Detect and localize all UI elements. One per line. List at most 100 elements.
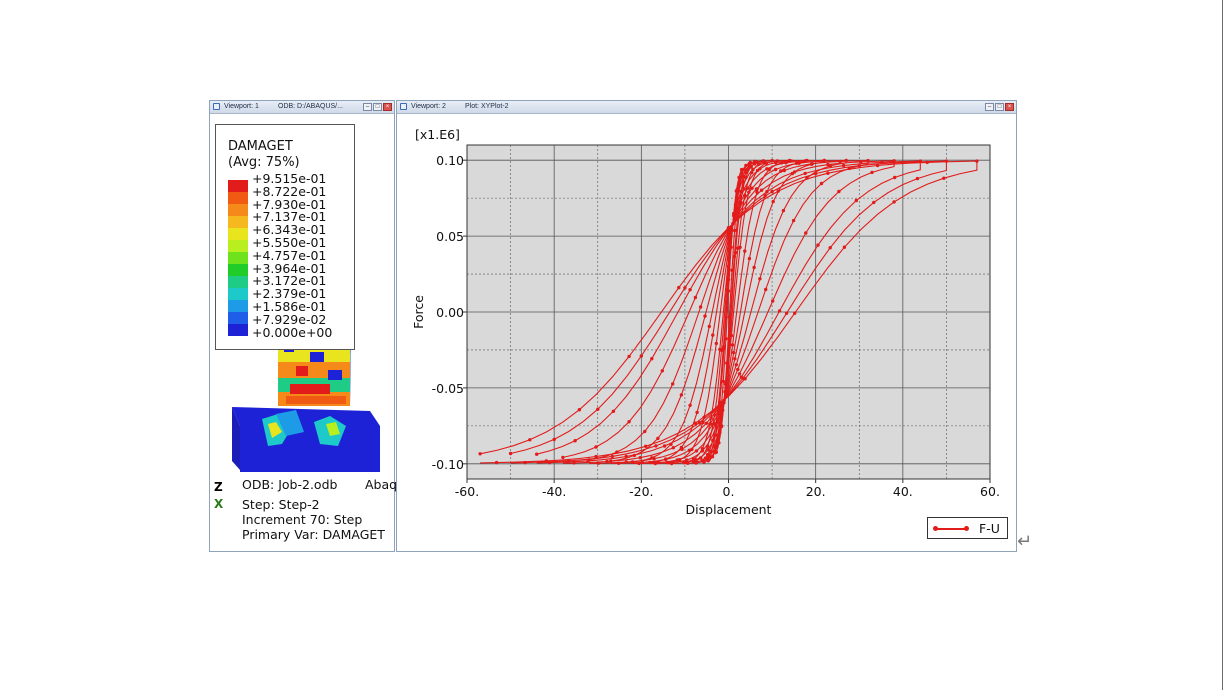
viewport-2-window[interactable]: Viewport: 2 Plot: XYPlot-2 – □ × -60. -40… [396, 100, 1017, 552]
fu-data-point [734, 363, 738, 367]
y-tick-label: -0.10 [432, 457, 464, 472]
legend-series-name: F-U [979, 521, 1000, 536]
fu-data-point [695, 410, 699, 415]
fu-data-point [782, 168, 786, 173]
fu-data-point [535, 452, 539, 456]
legend-variable: DAMAGET [228, 139, 293, 154]
legend-marker [964, 526, 969, 531]
fu-data-point [838, 159, 842, 164]
fu-data-point [627, 354, 631, 359]
minimize-icon[interactable]: – [985, 103, 994, 111]
fu-data-point [494, 460, 499, 465]
fu-data-point [739, 189, 743, 194]
fu-data-point [804, 231, 808, 235]
viewport-1-odb-path: ODB: D:/ABAQUS/... [278, 103, 343, 110]
fu-data-point [703, 456, 707, 460]
fu-data-point [857, 164, 861, 168]
return-arrow-icon: ↵ [1017, 531, 1033, 552]
fu-data-point [703, 314, 707, 318]
fu-data-point [685, 458, 689, 462]
fu-data-point [828, 246, 832, 250]
x-axis-label: Displacement [686, 502, 772, 517]
legend-line-sample [934, 528, 968, 530]
fu-data-point [752, 265, 756, 270]
legend-average: (Avg: 75%) [228, 155, 300, 170]
fu-data-point [736, 367, 740, 372]
fu-data-point [826, 162, 830, 167]
fu-data-point [870, 170, 874, 175]
axis-triad: Z X [214, 480, 223, 511]
fu-data-point [743, 377, 747, 381]
fu-data-point [605, 459, 609, 464]
fu-data-point [742, 187, 746, 191]
close-icon[interactable]: × [1005, 103, 1014, 111]
fu-data-point [671, 446, 675, 450]
viewport-1-window[interactable]: Viewport: 1 ODB: D:/ABAQUS/... – □ × DAM… [209, 100, 412, 552]
y-tick-label: 0.05 [436, 229, 464, 244]
fu-data-point [573, 439, 577, 443]
fu-data-point [733, 250, 738, 255]
fu-data-point [732, 350, 736, 355]
fu-data-point [656, 436, 660, 441]
fu-data-point [797, 161, 801, 165]
fu-data-point [765, 167, 769, 171]
fu-data-point [759, 188, 764, 192]
model-base-top [232, 407, 380, 426]
fu-data-point [660, 369, 664, 373]
x-tick-label: -40. [542, 484, 566, 499]
viewport-2-title: Viewport: 2 [411, 103, 446, 110]
info-odb: ODB: Job-2.odb [242, 477, 338, 492]
legend-color-swatch [228, 240, 248, 252]
x-tick-label: 20. [806, 484, 826, 499]
fu-data-point [624, 454, 628, 459]
legend-color-swatch [228, 192, 248, 204]
legend-color-swatch [228, 180, 248, 192]
viewport-1-titlebar[interactable]: Viewport: 1 ODB: D:/ABAQUS/... – □ × [210, 101, 394, 114]
viewport-2-titlebar[interactable]: Viewport: 2 Plot: XYPlot-2 – □ × [397, 101, 1016, 114]
fu-data-point [718, 347, 722, 352]
fu-data-point [596, 407, 600, 411]
xy-plot[interactable]: -60. -40. -20. 0. 20. 40. 60. -0.10 -0.05 0.00 0.0… [397, 114, 1016, 550]
fu-data-point [680, 447, 684, 451]
legend-color-swatch [228, 312, 248, 324]
close-icon[interactable]: × [383, 103, 392, 111]
maximize-icon[interactable]: □ [995, 103, 1004, 111]
minimize-icon[interactable]: – [363, 103, 372, 111]
fu-data-point [712, 444, 716, 448]
fu-data-point [508, 451, 513, 456]
fu-data-point [744, 170, 748, 175]
fu-data-point [652, 457, 656, 461]
fu-data-point [819, 181, 824, 186]
fu-data-point [814, 171, 818, 176]
fu-data-point [776, 189, 780, 193]
fu-data-point [765, 190, 769, 194]
fu-data-point [671, 382, 675, 386]
legend-value: +0.000e+00 [252, 324, 333, 340]
viewport-1-title: Viewport: 1 [224, 103, 259, 110]
legend-color-swatch [228, 216, 248, 228]
fu-data-point [842, 245, 847, 249]
fu-data-point [552, 437, 556, 442]
model-base-side [240, 426, 380, 472]
fu-data-point [784, 311, 789, 315]
viewport-icon [213, 103, 220, 110]
maximize-icon[interactable]: □ [373, 103, 382, 111]
legend-color-swatch [228, 228, 248, 240]
fu-data-point [743, 249, 747, 253]
fu-data-point [872, 200, 876, 205]
fu-data-point [837, 189, 841, 194]
fu-data-point [763, 161, 767, 165]
fu-data-point [561, 455, 565, 460]
x-tick-label: 0. [723, 484, 735, 499]
y-tick-label: 0.00 [436, 305, 464, 320]
fu-data-point [638, 456, 642, 460]
fu-data-point [764, 287, 768, 292]
fu-data-point [688, 403, 692, 407]
fu-data-point [925, 160, 929, 165]
page-edge-line [1222, 0, 1223, 690]
fu-data-point [893, 175, 897, 180]
legend-value: +8.722e-01 [252, 183, 327, 199]
fu-data-point [687, 448, 691, 452]
fu-data-point [750, 186, 754, 190]
legend-color-swatch [228, 288, 248, 300]
